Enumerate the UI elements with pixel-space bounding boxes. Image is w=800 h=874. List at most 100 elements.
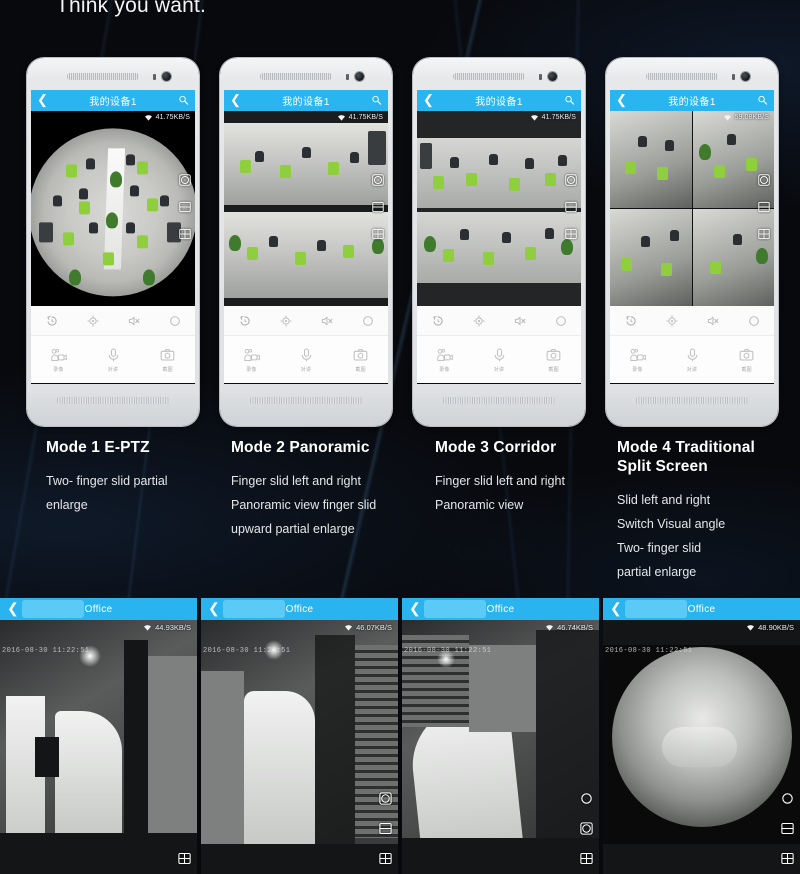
split-cell-3[interactable] (610, 209, 692, 306)
phone-top-bezel-1 (31, 62, 195, 90)
split-horizontal-view-icon[interactable] (378, 821, 393, 836)
record-video-icon (244, 348, 260, 361)
ptz-button-4[interactable] (651, 314, 692, 328)
record-button-3[interactable]: 录像 (417, 347, 472, 373)
fisheye-view-icon[interactable] (378, 791, 393, 806)
quad-view-icon[interactable] (178, 227, 192, 241)
ptz-icon[interactable] (579, 791, 594, 806)
quad-view-icon[interactable] (780, 851, 795, 866)
split-horizontal-view-icon[interactable] (371, 200, 385, 214)
ptz-icon[interactable] (780, 791, 795, 806)
snapshot-button-1[interactable]: 截图 (140, 347, 195, 373)
split-horizontal-view-icon[interactable] (757, 200, 771, 214)
playback-icon (239, 315, 250, 326)
fisheye-view-icon[interactable] (757, 173, 771, 187)
panel-video-1[interactable]: 2016-08-30 11:22:51 (0, 620, 197, 874)
fullscreen-button-1[interactable] (154, 314, 195, 328)
record-button-4[interactable]: 录像 (610, 347, 665, 373)
network-speed-indicator-p1: 44.93KB/S (143, 623, 191, 632)
fisheye-view-icon[interactable] (371, 173, 385, 187)
fisheye-view-icon[interactable] (178, 173, 192, 187)
chevron-left-icon[interactable]: ❮ (409, 601, 421, 616)
intercom-button-4[interactable]: 对讲 (665, 347, 720, 373)
record-video-icon (630, 348, 646, 361)
playback-button-4[interactable] (610, 314, 651, 328)
video-view-4[interactable]: 59.08KB/S (610, 111, 774, 306)
microphone-icon (494, 347, 504, 361)
record-button-2[interactable]: 录像 (224, 347, 279, 373)
panorama-lower-band (224, 212, 388, 299)
video-view-1[interactable]: 41.75KB/S (31, 111, 195, 306)
snapshot-button-4[interactable]: 截图 (719, 347, 774, 373)
snapshot-button-3[interactable]: 截图 (526, 347, 581, 373)
chevron-left-icon[interactable]: ❮ (616, 93, 627, 107)
mute-button-1[interactable] (113, 314, 154, 328)
page-headline: Think you want. (56, 0, 207, 17)
network-speed-value: 44.93KB/S (155, 623, 191, 632)
ptz-button-2[interactable] (265, 314, 306, 328)
search-icon[interactable] (757, 94, 768, 106)
wifi-icon (747, 625, 755, 631)
chevron-left-icon[interactable]: ❮ (37, 93, 48, 107)
quad-view-icon[interactable] (579, 851, 594, 866)
split-horizontal-view-icon[interactable] (178, 200, 192, 214)
intercom-button-1[interactable]: 对讲 (86, 347, 141, 373)
video-view-3[interactable]: 41.75KB/S (417, 111, 581, 306)
playback-button-1[interactable] (31, 314, 72, 328)
chevron-left-icon[interactable]: ❮ (230, 93, 241, 107)
fisheye-view-icon[interactable] (579, 821, 594, 836)
search-icon[interactable] (178, 94, 189, 106)
snapshot-button-2[interactable]: 截图 (333, 347, 388, 373)
panel-video-2[interactable]: 2016-08-30 11:22:51 (201, 620, 398, 874)
network-speed-value: 48.90KB/S (758, 623, 794, 632)
chevron-left-icon[interactable]: ❮ (208, 601, 220, 616)
split-cell-1[interactable] (610, 111, 692, 208)
split-horizontal-view-icon[interactable] (564, 200, 578, 214)
panel-video-4[interactable]: 2016-08-30 11:22:51 (603, 620, 800, 874)
grayscale-scene-2 (201, 620, 398, 874)
search-icon[interactable] (564, 94, 575, 106)
fullscreen-icon (362, 315, 373, 326)
quad-view-icon[interactable] (564, 227, 578, 241)
mute-button-4[interactable] (692, 314, 733, 328)
fullscreen-button-3[interactable] (540, 314, 581, 328)
quad-view-icon[interactable] (378, 851, 393, 866)
playback-button-3[interactable] (417, 314, 458, 328)
fullscreen-icon (748, 315, 759, 326)
chevron-left-icon[interactable]: ❮ (423, 93, 434, 107)
front-camera-icon (741, 72, 750, 81)
mute-button-3[interactable] (499, 314, 540, 328)
fullscreen-button-2[interactable] (347, 314, 388, 328)
fisheye-view-icon[interactable] (564, 173, 578, 187)
panel-view-icons-1 (177, 851, 192, 866)
camera-panel-row: ❮ Office 44.93KB/S 2016-08-30 11:22:51 ❮… (0, 598, 800, 874)
control-row-1 (31, 306, 195, 336)
split-horizontal-view-icon[interactable] (780, 821, 795, 836)
ptz-button-3[interactable] (458, 314, 499, 328)
fullscreen-button-4[interactable] (733, 314, 774, 328)
caption-title: Mode 4 Traditional Split Screen (617, 439, 755, 475)
device-name-redaction (22, 600, 84, 618)
wifi-icon (546, 625, 554, 631)
grayscale-scene-4 (603, 620, 800, 874)
playback-button-2[interactable] (224, 314, 265, 328)
intercom-button-2[interactable]: 对讲 (279, 347, 334, 373)
video-view-2[interactable]: 41.75KB/S (224, 111, 388, 306)
overlay-timestamp-3: 2016-08-30 11:22:51 (404, 647, 492, 655)
record-video-icon (51, 348, 67, 361)
record-button-label: 录像 (439, 366, 450, 373)
quad-view-icon[interactable] (177, 851, 192, 866)
app-bar-3: ❮ 我的设备1 (417, 90, 581, 111)
quad-view-icon[interactable] (371, 227, 385, 241)
mute-button-2[interactable] (306, 314, 347, 328)
record-button-1[interactable]: 录像 (31, 347, 86, 373)
chevron-left-icon[interactable]: ❮ (7, 601, 19, 616)
intercom-button-3[interactable]: 对讲 (472, 347, 527, 373)
ptz-button-1[interactable] (72, 314, 113, 328)
bottom-speaker-icon (443, 397, 555, 404)
caption-line: enlarge (46, 498, 88, 512)
quad-view-icon[interactable] (757, 227, 771, 241)
panel-video-3[interactable]: 2016-08-30 11:22:51 (402, 620, 599, 874)
search-icon[interactable] (371, 94, 382, 106)
chevron-left-icon[interactable]: ❮ (610, 601, 622, 616)
